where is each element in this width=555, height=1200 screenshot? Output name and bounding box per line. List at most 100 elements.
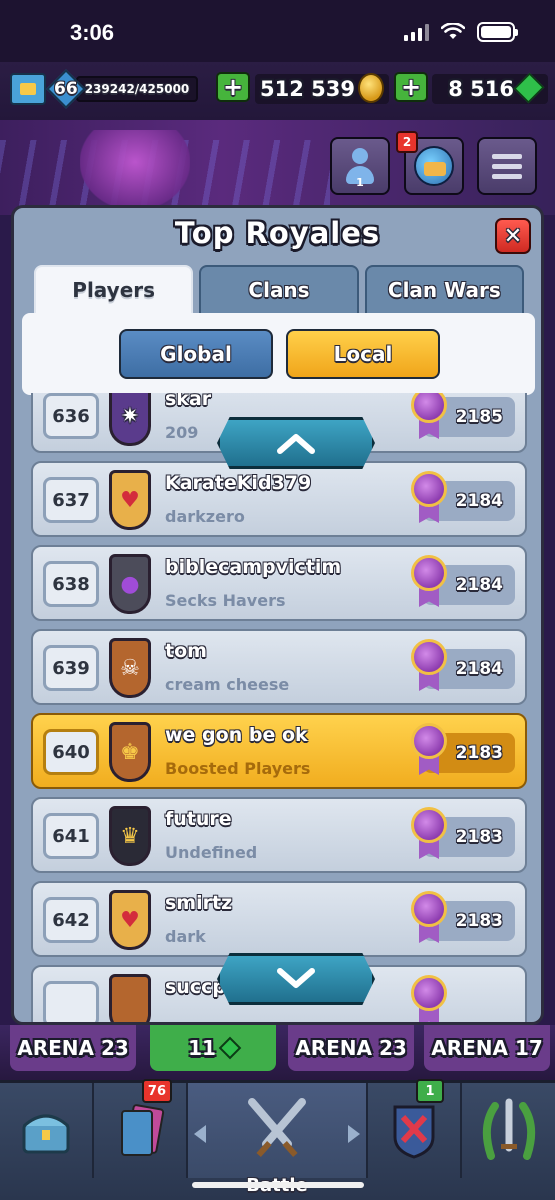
nav-shop[interactable] [0,1083,94,1178]
king-tower-icon [10,73,46,105]
leaderboard-row-current-player[interactable]: 640 ♚ we gon be ok Boosted Players 2183 [31,713,527,789]
clan-badge-icon: ♛ [109,806,151,866]
arena-card-active[interactable]: 11 [150,1025,276,1071]
friends-button[interactable]: 1 [330,137,390,195]
tab-clans[interactable]: Clans [199,265,359,315]
tab-players-label: Players [72,278,156,302]
banner-character [80,130,190,210]
chest-icon [22,1114,70,1153]
rank-number: 638 [43,561,99,607]
rank-number: 639 [43,645,99,691]
scope-selector: Global Local [22,313,535,395]
crossed-swords-icon [248,1097,306,1157]
rank-number: 636 [43,393,99,439]
status-icons [404,22,518,42]
nav-right-arrow-icon [348,1125,360,1143]
rank-number [43,981,99,1022]
trophy-medal-icon [411,639,447,693]
nav-clan[interactable]: 1 [368,1079,462,1178]
tab-clan-wars-label: Clan Wars [387,278,501,302]
clan-badge-icon: ♥ [109,890,151,950]
clan-name: Secks Havers [165,591,286,610]
player-name: biblecampvictim [165,556,342,578]
home-indicator [192,1182,364,1188]
tab-clan-wars[interactable]: Clan Wars [364,265,524,315]
player-name: skar [165,393,212,410]
rank-number: 641 [43,813,99,859]
trophy-medal-icon [411,555,447,609]
local-button[interactable]: Local [286,329,440,379]
rank-number: 637 [43,477,99,523]
status-bar: 3:06 [0,0,555,62]
clan-badge-icon: ♥ [109,470,151,530]
clan-shield-icon [393,1105,435,1159]
clan-name: 209 [165,423,199,442]
battery-icon [477,22,518,42]
rank-number: 642 [43,897,99,943]
leaderboard-row[interactable]: 638 ● biblecampvictim Secks Havers 2184 [31,545,527,621]
xp-progress: 239242/425000 [76,76,198,102]
clan-name: cream cheese [165,675,290,694]
player-level[interactable]: 66 239242/425000 [10,69,198,109]
nav-events[interactable] [462,1083,555,1178]
add-gems-button[interactable]: + [394,72,428,102]
cards-icon [121,1103,165,1156]
notification-badge: 2 [396,131,418,153]
clan-name: Boosted Players [165,759,311,778]
chevron-down-icon [277,968,315,988]
signal-icon [404,23,429,41]
clan-badge-icon: ✷ [109,393,151,446]
scroll-down-button[interactable] [217,953,375,1005]
tab-clans-label: Clans [248,278,310,302]
clan-badge-icon: ● [109,554,151,614]
leaderboard-tabs: Players Clans Clan Wars [34,265,524,315]
clan-name: Undefined [165,843,258,862]
clan-badge-icon: ♚ [109,722,151,782]
arena-card[interactable]: ARENA 17 [424,1025,550,1071]
level-number: 66 [54,78,78,99]
wifi-icon [441,23,465,39]
player-name: future [165,808,232,830]
gem-icon [218,1036,242,1060]
nav-cards[interactable]: 76 [94,1079,188,1178]
arena-strip: ARENA 23 11 ARENA 23 ARENA 17 [0,1025,555,1080]
friends-count: 1 [356,176,364,189]
menu-button[interactable] [477,137,537,195]
leaderboard-row[interactable]: 639 ☠ tom cream cheese 2184 [31,629,527,705]
top-royales-modal: Top Royales ✕ Players Clans Clan Wars Gl… [11,205,544,1025]
modal-title: Top Royales [174,216,381,250]
leaderboard-row[interactable]: 637 ♥ KarateKid379 darkzero 2184 [31,461,527,537]
global-button[interactable]: Global [119,329,273,379]
player-name: tom [165,640,207,662]
nav-left-arrow-icon [194,1125,206,1143]
clan-name: dark [165,927,206,946]
trophy-medal-icon [411,393,447,441]
trophy-medal-icon [411,975,447,1022]
hamburger-icon [492,149,522,184]
gold-coin-icon [358,73,384,103]
rank-number: 640 [43,729,99,775]
trophy-medal-icon [411,723,447,777]
arena-card[interactable]: ARENA 23 [288,1025,414,1071]
player-name: we gon be ok [165,724,308,746]
cards-badge: 76 [141,1079,172,1103]
leaderboard-row[interactable]: 641 ♛ future Undefined 2183 [31,797,527,873]
scroll-up-button[interactable] [217,417,375,469]
trophy-medal-icon [411,471,447,525]
arena-card[interactable]: ARENA 23 [10,1025,136,1071]
clan-name: darkzero [165,507,245,526]
player-name: smirtz [165,892,233,914]
nav-battle[interactable]: Battle [188,1083,368,1196]
tab-players[interactable]: Players [34,265,194,315]
leaderboard-row[interactable]: 642 ♥ smirtz dark 2183 [31,881,527,957]
leaderboard-list[interactable]: 636 ✷ skar 209 2185 637 ♥ KarateKid379 d… [31,393,527,1022]
player-name: KarateKid379 [165,472,312,494]
status-time: 3:06 [70,20,115,45]
resource-bar: 66 239242/425000 + 512 539 + 8 516 [0,62,555,120]
clan-badge-icon [109,974,151,1022]
laurel-sword-icon [482,1098,535,1160]
chevron-up-icon [277,434,315,454]
clan-badge: 1 [416,1079,444,1103]
close-button[interactable]: ✕ [495,218,531,254]
add-gold-button[interactable]: + [216,72,250,102]
